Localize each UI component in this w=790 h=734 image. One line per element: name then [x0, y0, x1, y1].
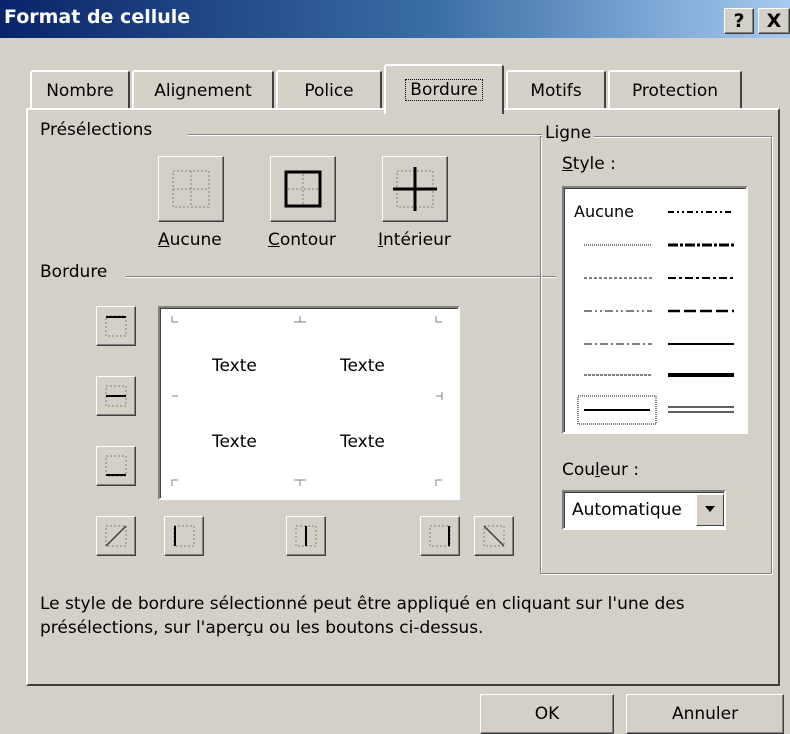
tab-police[interactable]: Police [276, 70, 382, 110]
cancel-button[interactable]: Annuler [626, 694, 784, 734]
close-button[interactable]: X [758, 8, 790, 34]
border-left-button[interactable] [164, 516, 204, 556]
preview-text-2: Texte [340, 356, 385, 376]
color-dropdown-button[interactable] [696, 494, 724, 526]
preset-inside-label: Intérieur [378, 230, 451, 250]
border-horizontal-icon [105, 385, 127, 407]
diagonal-down-icon [483, 525, 505, 547]
bordure-panel: Présélections Aucune Contour Intérieur B… [26, 108, 780, 686]
border-diagonal-down-button[interactable] [474, 516, 514, 556]
color-select[interactable]: Automatique [562, 490, 726, 530]
chevron-down-icon [705, 506, 715, 512]
tab-protection[interactable]: Protection [608, 70, 742, 110]
border-left-icon [173, 525, 195, 547]
ok-button[interactable]: OK [480, 694, 614, 734]
color-label: Couleur : [562, 460, 640, 480]
preview-corner-marks [171, 316, 443, 486]
tab-bordure-label: Bordure [405, 79, 483, 101]
help-text-line-2: présélections, sur l'aperçu ou les bouto… [40, 618, 484, 638]
presets-label: Présélections [40, 120, 153, 140]
border-preview[interactable]: Texte Texte Texte Texte [158, 306, 460, 500]
line-style-list[interactable]: Aucune [562, 186, 748, 434]
preset-none-button[interactable] [158, 156, 224, 222]
border-top-icon [105, 315, 127, 337]
preview-text-1: Texte [212, 356, 257, 376]
window-title: Format de cellule [4, 6, 191, 28]
preset-outline-button[interactable] [270, 156, 336, 222]
tab-nombre[interactable]: Nombre [30, 70, 130, 110]
color-select-value: Automatique [572, 500, 682, 520]
border-right-button[interactable] [420, 516, 460, 556]
preview-text-4: Texte [340, 432, 385, 452]
tab-motifs[interactable]: Motifs [506, 70, 606, 110]
preset-inside-icon [393, 167, 437, 211]
border-bottom-button[interactable] [96, 446, 136, 486]
border-divider [126, 276, 556, 278]
border-middle-vertical-button[interactable] [286, 516, 326, 556]
preset-none-label: Aucune [158, 230, 222, 250]
border-top-button[interactable] [96, 306, 136, 346]
border-bottom-icon [105, 455, 127, 477]
line-style-samples [577, 211, 734, 425]
preset-outline-label: Contour [268, 230, 336, 250]
border-diagonal-up-button[interactable] [96, 516, 136, 556]
tab-alignement[interactable]: Alignement [132, 70, 274, 110]
style-label: Style : [562, 154, 616, 174]
help-button[interactable]: ? [724, 8, 754, 34]
preset-inside-button[interactable] [382, 156, 448, 222]
diagonal-up-icon [105, 525, 127, 547]
line-label: Ligne [542, 123, 595, 143]
help-text-line-1: Le style de bordure sélectionné peut êtr… [40, 594, 685, 614]
border-label: Bordure [40, 262, 108, 282]
border-right-icon [429, 525, 451, 547]
tab-bordure[interactable]: Bordure [384, 64, 504, 114]
presets-divider [188, 134, 556, 136]
help-text: Le style de bordure sélectionné peut êtr… [40, 592, 780, 640]
preset-none-icon [172, 170, 210, 208]
preview-text-3: Texte [212, 432, 257, 452]
preset-outline-icon [284, 170, 322, 208]
border-middle-horizontal-button[interactable] [96, 376, 136, 416]
border-vertical-icon [295, 525, 317, 547]
